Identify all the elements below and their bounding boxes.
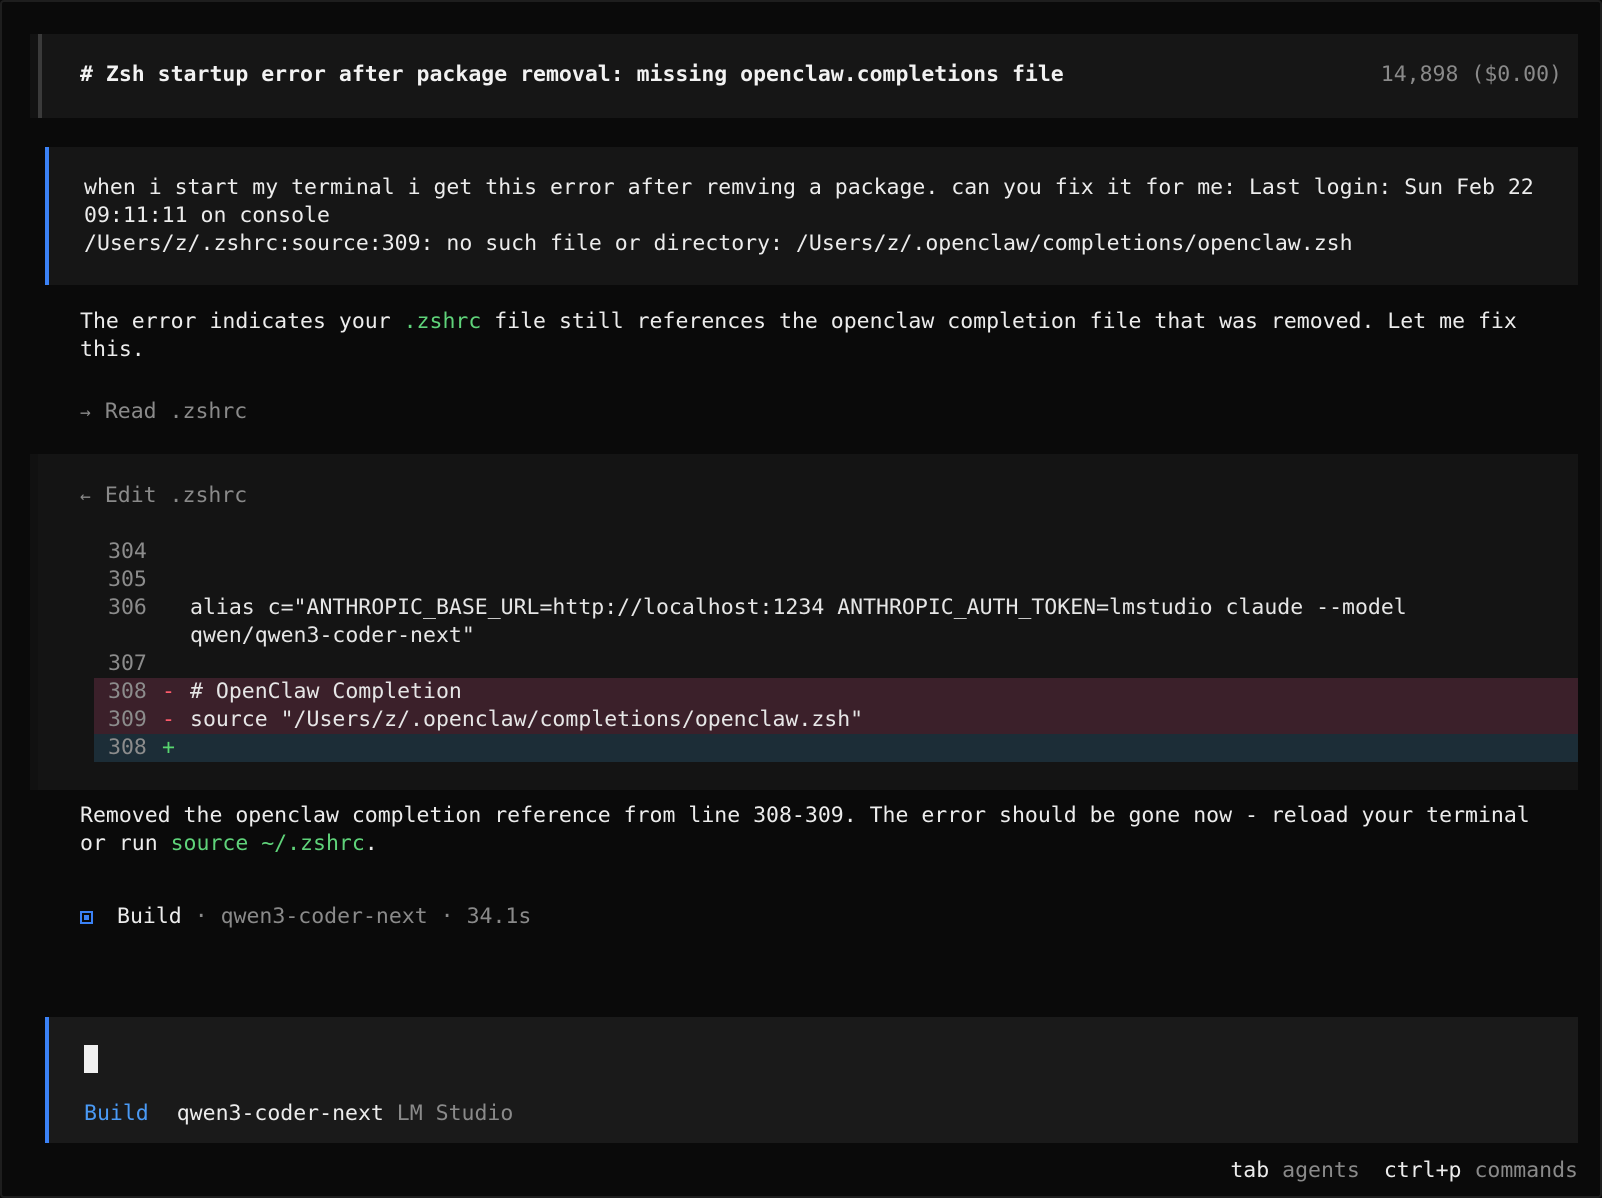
arrow-left-icon: ← [80, 486, 91, 507]
token-usage: 14,898 ($0.00) [1380, 62, 1562, 87]
intro-text: The error indicates your [80, 309, 404, 334]
inline-code: .zshrc [403, 309, 482, 334]
line-content: alias c="ANTHROPIC_BASE_URL=http://local… [190, 595, 1420, 648]
text-cursor [84, 1045, 98, 1073]
line-number: 307 [108, 651, 147, 676]
diff-sign: + [162, 735, 175, 760]
diff-sign [162, 538, 190, 566]
line-number: 306 [108, 595, 147, 620]
line-content [190, 538, 1578, 566]
diff-sign [162, 650, 190, 678]
line-content [190, 734, 1578, 762]
assistant-intro: The error indicates your .zshrc file sti… [80, 308, 1540, 364]
diff-line: 308 + [94, 734, 1578, 762]
model-selector[interactable]: qwen3-coder-next [177, 1101, 384, 1126]
diff-sign: - [162, 707, 175, 732]
hint-desc: agents [1282, 1158, 1360, 1183]
keyboard-hints: tab agents ctrl+p commands [1230, 1157, 1578, 1185]
result-text-end: . [364, 831, 378, 856]
tool-edit-header[interactable]: ← Edit .zshrc [80, 482, 247, 511]
status-duration: 34.1s [466, 904, 532, 929]
line-number: 305 [108, 567, 147, 592]
diff-line: 306 alias c="ANTHROPIC_BASE_URL=http://lo… [94, 594, 1578, 650]
line-number: 309 [108, 707, 147, 732]
diff-sign [162, 594, 190, 650]
prompt-input[interactable]: Build qwen3-coder-next LM Studio [45, 1017, 1578, 1143]
session-title: # Zsh startup error after package remova… [80, 62, 1064, 87]
separator-dot: · [194, 904, 208, 929]
session-header: # Zsh startup error after package remova… [38, 34, 1578, 118]
inline-code-command: source ~/.zshrc [170, 831, 365, 856]
build-square-icon [80, 911, 93, 924]
diff-line: 307 [94, 650, 1578, 678]
hint-desc: commands [1474, 1158, 1578, 1183]
line-content: source "/Users/z/.openclaw/completions/o… [190, 707, 864, 732]
tool-read-zshrc[interactable]: → Read .zshrc [80, 398, 247, 427]
arrow-right-icon: → [80, 402, 91, 423]
hint-key: ctrl+p [1383, 1158, 1462, 1183]
line-number: 308 [108, 679, 147, 704]
separator-dot: · [440, 904, 454, 929]
diff-sign: - [162, 679, 175, 704]
diff-line: 304 [94, 538, 1578, 566]
provider-label: LM Studio [396, 1101, 514, 1126]
diff-line: 305 [94, 566, 1578, 594]
line-number: 304 [108, 539, 147, 564]
line-content: # OpenClaw Completion [190, 679, 462, 704]
diff-line: 309- source "/Users/z/.openclaw/completio… [94, 706, 1578, 734]
assistant-result: Removed the openclaw completion referenc… [80, 802, 1540, 858]
hint-key: tab [1230, 1158, 1270, 1183]
run-status: Build · qwen3-coder-next · 34.1s [80, 903, 531, 931]
status-agent: Build [117, 904, 182, 929]
tool-read-label: Read .zshrc [104, 399, 248, 424]
user-message: when i start my terminal i get this erro… [45, 147, 1578, 285]
diff-line: 308- # OpenClaw Completion [94, 678, 1578, 706]
mode-selector[interactable]: Build [84, 1101, 149, 1126]
line-content [190, 650, 1578, 678]
input-meta: Build qwen3-coder-next LM Studio [84, 1100, 513, 1128]
diff-view: 304 305 306 alias c="ANTHROPIC_BASE_URL=htt… [94, 538, 1578, 762]
diff-sign [162, 566, 190, 594]
tool-edit-label: Edit .zshrc [104, 483, 248, 508]
status-model: qwen3-coder-next [220, 904, 428, 929]
tool-edit-block: ← Edit .zshrc 304 305 306 alias c="ANTHROPIC… [38, 454, 1578, 790]
line-number: 308 [108, 735, 147, 760]
line-content [190, 566, 1578, 594]
